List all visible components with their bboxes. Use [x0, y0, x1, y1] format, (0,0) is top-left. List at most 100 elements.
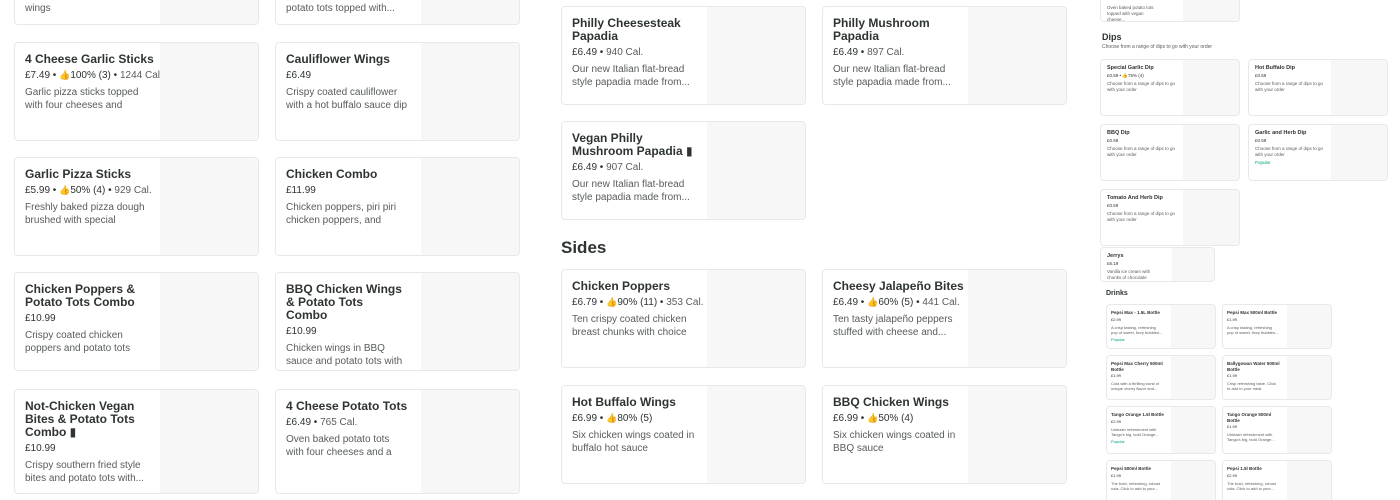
item-description: Choose from a range of dips to go with y… — [1255, 145, 1324, 157]
item-price: £6.49 — [286, 70, 312, 81]
item-description: potato tots topped with... — [286, 3, 395, 14]
menu-item-card[interactable]: wings — [14, 0, 259, 25]
item-rating: 80% (5) — [617, 413, 653, 424]
menu-item-card[interactable]: Chicken Poppers £6.79 • 👍90% (11) • 353 … — [561, 269, 806, 368]
item-meta: £7.49 • 👍100% (3) • 1244 Cal. — [25, 70, 163, 81]
mini-item-card[interactable]: Tango Orange 500ml Bottle £1.99 Unleash … — [1222, 406, 1332, 454]
item-description: Ten tasty jalapeño peppers stuffed with … — [833, 314, 953, 338]
item-image — [421, 43, 519, 140]
item-description: Oven baked potato tots topped with vegan… — [1107, 5, 1154, 22]
item-description: Six chicken wings coated in buffalo hot … — [572, 430, 695, 454]
item-name: BBQ Dip — [1107, 130, 1130, 136]
menu-item-card[interactable]: BBQ Chicken Wings & Potato Tots Combo £1… — [275, 272, 520, 371]
item-image — [968, 270, 1066, 367]
item-image — [1171, 305, 1215, 348]
item-price: £5.99 — [25, 185, 51, 196]
item-image — [968, 7, 1066, 104]
item-description: Crispy southern fried style bites and po… — [25, 460, 144, 484]
item-calories: 1244 Cal. — [119, 70, 163, 81]
mini-item-card[interactable]: Ballygowan Water 500ml Bottle £1.99 Cris… — [1222, 355, 1332, 400]
item-image — [1183, 190, 1239, 245]
item-price: £6.49 — [572, 162, 598, 173]
mini-item-card[interactable]: Pepsi Max - 1.5L Bottle £2.99 A crisp ta… — [1106, 304, 1216, 349]
item-image — [1171, 461, 1215, 500]
item-price: £6.99 — [572, 413, 598, 424]
item-name: Pepsi 1.5l Bottle — [1227, 466, 1262, 471]
item-image — [1171, 356, 1215, 399]
item-name: BBQ Chicken Wings & Potato Tots Combo — [286, 282, 402, 322]
thumbs-up-icon: 👍 — [867, 297, 879, 307]
menu-item-card[interactable]: Vegan Philly Mushroom Papadia ▮ £6.49 • … — [561, 121, 806, 220]
mini-item-card[interactable]: Tomato And Herb Dip £0.59 Choose from a … — [1100, 189, 1240, 246]
item-description: Choose from a range of dips to go with y… — [1255, 80, 1324, 92]
mini-item-card[interactable]: Jerrys £6.19 Vanilla ice cream with chun… — [1100, 247, 1215, 282]
item-price: £10.99 — [25, 443, 56, 454]
item-calories: 940 Cal. — [606, 47, 644, 58]
menu-item-card[interactable]: Cauliflower Wings £6.49 Crispy coated ca… — [275, 42, 520, 141]
item-description: Chicken wings in BBQ sauce and potato to… — [286, 343, 403, 367]
item-image — [160, 273, 258, 370]
item-description: Cola with a thrilling burst of unique ch… — [1111, 381, 1160, 391]
item-price: £10.99 — [286, 326, 317, 337]
mini-item-card[interactable]: Pepsi Max 500ml Bottle £1.99 A crisp tas… — [1222, 304, 1332, 349]
item-description: Our new Italian flat-bread style papadia… — [572, 64, 690, 88]
item-image — [1183, 125, 1239, 180]
menu-item-card[interactable]: Chicken Combo £11.99 Chicken poppers, pi… — [275, 157, 520, 256]
menu-item-card[interactable]: 4 Cheese Potato Tots £6.49 • 765 Cal. Ov… — [275, 389, 520, 494]
mini-item-card[interactable]: Hot Buffalo Dip £0.59 Choose from a rang… — [1248, 59, 1388, 116]
item-rating: 50% (4) — [70, 185, 106, 196]
mini-item-card[interactable]: Oven baked potato tots topped with vegan… — [1100, 0, 1240, 22]
item-description: Our new Italian flat-bread style papadia… — [572, 179, 690, 203]
item-image — [1287, 407, 1331, 453]
item-name: Jerrys — [1107, 253, 1124, 259]
item-name: Vegan Philly Mushroom Papadia ▮ — [572, 131, 693, 158]
mini-item-card[interactable]: BBQ Dip £0.59 Choose from a range of dip… — [1100, 124, 1240, 181]
item-rating: 50% (4) — [878, 413, 914, 424]
item-price: £0.59 — [1107, 202, 1119, 208]
menu-item-card[interactable]: Philly Cheesesteak Papadia £6.49 • 940 C… — [561, 6, 806, 105]
item-price: £1.99 — [1111, 373, 1122, 378]
item-description: A crisp tasting, refreshing pop of sweet… — [1227, 324, 1279, 335]
item-calories: 929 Cal. — [114, 185, 152, 196]
item-price: £6.19 — [1107, 260, 1119, 266]
item-name: Chicken Combo — [286, 167, 378, 181]
item-price: £6.49 — [572, 47, 598, 58]
menu-item-card[interactable]: Chicken Poppers & Potato Tots Combo £10.… — [14, 272, 259, 371]
mini-item-card[interactable]: Special Garlic Dip £0.59 • 👍75% (4) Choo… — [1100, 59, 1240, 116]
item-image — [160, 158, 258, 255]
item-description: Six chicken wings coated in BBQ sauce — [833, 430, 956, 454]
item-image — [707, 7, 805, 104]
menu-item-card[interactable]: Not-Chicken Vegan Bites & Potato Tots Co… — [14, 389, 259, 494]
item-meta: £6.49 • 940 Cal. — [572, 47, 644, 58]
item-description: Freshly baked pizza dough brushed with s… — [25, 202, 145, 226]
menu-item-card[interactable]: Garlic Pizza Sticks £5.99 • 👍50% (4) • 9… — [14, 157, 259, 256]
item-name: Tomato And Herb Dip — [1107, 195, 1163, 201]
item-calories: 441 Cal. — [922, 297, 960, 308]
menu-item-card[interactable]: Philly Mushroom Papadia £6.49 • 897 Cal.… — [822, 6, 1067, 105]
item-price: £6.49 — [833, 297, 859, 308]
menu-item-card[interactable]: 4 Cheese Garlic Sticks £7.49 • 👍100% (3)… — [14, 42, 259, 141]
menu-item-card[interactable]: BBQ Chicken Wings £6.99 • 👍50% (4) Six c… — [822, 385, 1067, 484]
item-image — [968, 386, 1066, 483]
item-price: £6.49 — [833, 47, 859, 58]
item-name: Philly Cheesesteak Papadia — [572, 16, 681, 43]
item-name: Special Garlic Dip — [1107, 65, 1154, 71]
item-price: £0.59 — [1255, 72, 1267, 78]
menu-item-card[interactable]: potato tots topped with... — [275, 0, 520, 25]
mini-item-card[interactable]: Pepsi 1.5l Bottle £2.99 The bold, refres… — [1222, 460, 1332, 500]
item-description: Crisp refreshing taste. Click to add to … — [1227, 381, 1276, 391]
item-price: £0.59 — [1107, 72, 1119, 78]
item-image — [1287, 305, 1331, 348]
mini-item-card[interactable]: Pepsi Max Cherry 500ml Bottle £1.99 Cola… — [1106, 355, 1216, 400]
item-meta: £5.99 • 👍50% (4) • 929 Cal. — [25, 185, 152, 196]
item-image — [1287, 356, 1331, 399]
item-meta: £6.99 • 👍80% (5) — [572, 413, 653, 424]
menu-item-card[interactable]: Hot Buffalo Wings £6.99 • 👍80% (5) Six c… — [561, 385, 806, 484]
item-image — [421, 0, 519, 24]
mini-item-card[interactable]: Garlic and Herb Dip £0.59 Choose from a … — [1248, 124, 1388, 181]
menu-item-card[interactable]: Cheesy Jalapeño Bites £6.49 • 👍60% (5) •… — [822, 269, 1067, 368]
item-description: Unleash refreshment with Tango's big, bo… — [1111, 426, 1159, 437]
item-price: £10.99 — [25, 313, 56, 324]
mini-item-card[interactable]: Tango Orange 1.5l Bottle £2.99 Unleash r… — [1106, 406, 1216, 454]
mini-item-card[interactable]: Pepsi 500ml Bottle £1.99 The bold, refre… — [1106, 460, 1216, 500]
